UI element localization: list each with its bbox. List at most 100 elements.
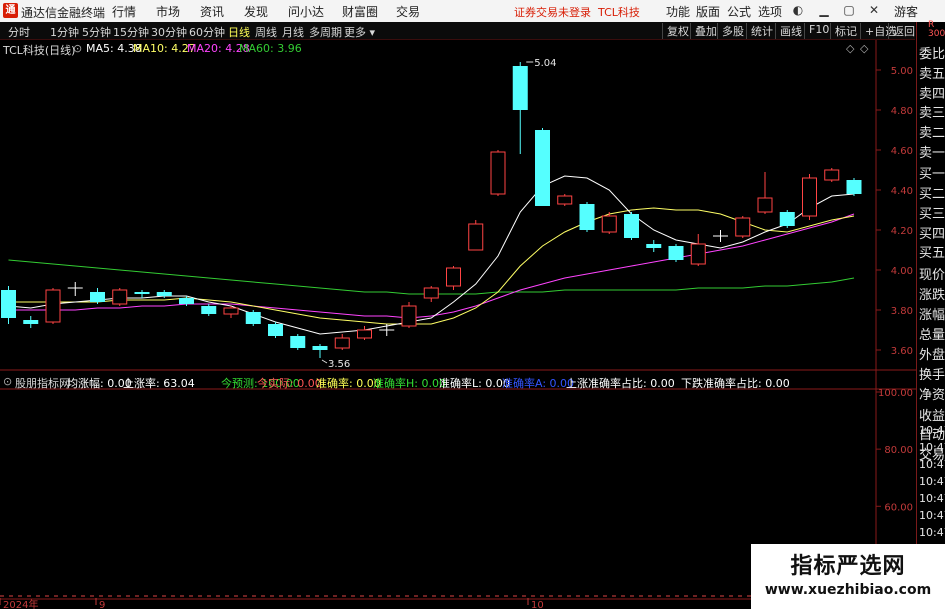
candle-body bbox=[223, 307, 239, 315]
candle bbox=[45, 288, 61, 324]
close-icon[interactable]: ✕ bbox=[866, 2, 882, 18]
sub-y-tick-label: 80.00 bbox=[884, 445, 913, 456]
side-label: 卖五 bbox=[919, 67, 945, 82]
menu-formula[interactable]: 公式 bbox=[727, 3, 751, 20]
y-tick-label: 5.00 bbox=[891, 66, 913, 77]
candle-body bbox=[112, 289, 128, 305]
watermark-text: 指标严选网 bbox=[790, 554, 906, 579]
candle bbox=[802, 174, 817, 220]
period-5min[interactable]: 5分钟 bbox=[82, 24, 111, 40]
ma20-line bbox=[8, 213, 855, 319]
candle bbox=[713, 230, 728, 242]
candle bbox=[201, 304, 217, 316]
app-name: 通达信金融终端 bbox=[21, 6, 106, 20]
menu-discover[interactable]: 发现 bbox=[244, 3, 268, 20]
watermark-url: www.xuezhibiao.com bbox=[764, 582, 932, 598]
candle bbox=[690, 234, 706, 266]
menu-options[interactable]: 选项 bbox=[758, 3, 782, 20]
menu-wealth[interactable]: 财富圈 bbox=[342, 3, 378, 20]
y-tick-label: 4.40 bbox=[891, 186, 913, 197]
draw-line-button[interactable]: 画线 bbox=[775, 23, 802, 39]
candle bbox=[245, 310, 261, 326]
candle-body bbox=[334, 337, 350, 349]
statistics-button[interactable]: 统计 bbox=[746, 23, 773, 39]
side-label: 买三 bbox=[919, 207, 945, 222]
guest-label[interactable]: 游客 bbox=[894, 3, 918, 20]
period-15min[interactable]: 15分钟 bbox=[113, 24, 149, 40]
mark-button[interactable]: 标记 bbox=[830, 23, 857, 39]
side-label: 换手 bbox=[919, 368, 945, 383]
menu-news[interactable]: 资讯 bbox=[200, 3, 224, 20]
period-60min[interactable]: 60分钟 bbox=[189, 24, 225, 40]
side-top-label: R 300 bbox=[928, 20, 945, 39]
side-label: 委比 bbox=[919, 47, 945, 62]
period-monthly[interactable]: 月线 bbox=[282, 24, 304, 40]
candlestick-chart[interactable]: 5.00 4.80 4.60 4.40 4.20 4.00 3.80 3.60 5.04 3.56 bbox=[0, 40, 916, 372]
trade-time: 10:47 bbox=[919, 509, 945, 522]
candle bbox=[1, 286, 16, 324]
skin-icon[interactable]: ◐ bbox=[790, 2, 806, 18]
candle-body bbox=[668, 246, 684, 260]
watermark: 指标严选网 www.xuezhibiao.com bbox=[751, 544, 945, 609]
side-label: 买五 bbox=[919, 246, 945, 261]
minimize-icon[interactable]: ▁ bbox=[816, 2, 832, 18]
f10-button[interactable]: F10 bbox=[804, 23, 829, 39]
trade-time: 10:47 bbox=[919, 475, 945, 488]
period-multi[interactable]: 多周期 bbox=[309, 24, 342, 40]
candle-body bbox=[23, 320, 39, 324]
side-label: 现价 bbox=[919, 268, 945, 283]
period-30min[interactable]: 30分钟 bbox=[151, 24, 187, 40]
candle-body bbox=[156, 292, 172, 296]
menu-trade[interactable]: 交易 bbox=[396, 3, 420, 20]
candle-body bbox=[179, 298, 194, 304]
candle-body bbox=[624, 214, 639, 238]
ma5-line bbox=[8, 175, 855, 335]
candle bbox=[512, 62, 528, 154]
candle bbox=[290, 334, 306, 350]
maximize-icon[interactable]: ▢ bbox=[841, 2, 857, 18]
menu-ask[interactable]: 问小达 bbox=[288, 3, 324, 20]
candle bbox=[423, 286, 439, 302]
period-toolbar: 分时 1分钟 5分钟 15分钟 30分钟 60分钟 日线 周线 月线 多周期 更… bbox=[0, 22, 915, 40]
back-button[interactable]: 返回 bbox=[888, 23, 915, 39]
period-tick[interactable]: 分时 bbox=[8, 24, 30, 40]
candle-body bbox=[579, 204, 595, 230]
menu-function[interactable]: 功能 bbox=[666, 3, 690, 20]
menu-market[interactable]: 市场 bbox=[156, 3, 180, 20]
overlay-button[interactable]: 叠加 bbox=[690, 23, 717, 39]
x-tick-label: 10 bbox=[531, 600, 544, 609]
side-label: 买四 bbox=[919, 227, 945, 242]
low-pointer bbox=[321, 359, 328, 364]
period-1min[interactable]: 1分钟 bbox=[50, 24, 79, 40]
candle bbox=[90, 288, 105, 304]
low-label: 3.56 bbox=[328, 359, 350, 370]
app-logo-icon: 通 bbox=[3, 3, 18, 18]
period-more[interactable]: 更多 ▾ bbox=[344, 24, 375, 40]
candle bbox=[357, 326, 372, 340]
candle-body bbox=[557, 195, 573, 205]
candle-body bbox=[268, 324, 283, 336]
y-tick-label: 4.00 bbox=[891, 266, 913, 277]
candle bbox=[112, 288, 128, 306]
multi-stock-button[interactable]: 多股 bbox=[717, 23, 744, 39]
period-daily[interactable]: 日线 bbox=[228, 24, 250, 40]
trade-time: 10:47 bbox=[919, 424, 945, 437]
candle-body bbox=[134, 292, 150, 294]
candle bbox=[468, 220, 484, 251]
menu-layout[interactable]: 版面 bbox=[696, 3, 720, 20]
side-label: 卖一 bbox=[919, 146, 945, 161]
menu-quotes[interactable]: 行情 bbox=[112, 3, 136, 20]
candle-body bbox=[802, 177, 817, 217]
candle bbox=[824, 168, 840, 182]
restore-rights-button[interactable]: 复权 bbox=[662, 23, 689, 39]
period-weekly[interactable]: 周线 bbox=[255, 24, 277, 40]
trade-time: 10:47 bbox=[919, 492, 945, 505]
candle-body bbox=[757, 197, 773, 213]
candle-body bbox=[846, 180, 862, 194]
side-label: 买二 bbox=[919, 187, 945, 202]
candle-body bbox=[490, 151, 506, 195]
candle bbox=[624, 212, 639, 240]
candle bbox=[846, 178, 862, 196]
side-label: 卖四 bbox=[919, 87, 945, 102]
trade-time: 10:47 bbox=[919, 441, 945, 454]
